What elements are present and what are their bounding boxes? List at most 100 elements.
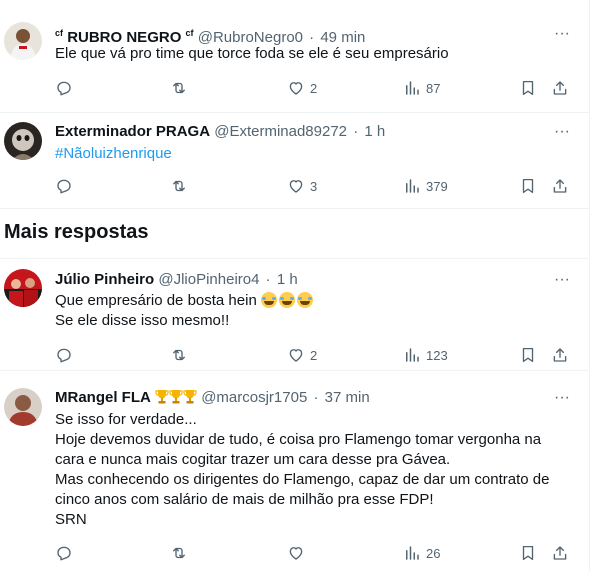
trophy-icon: [155, 390, 169, 404]
retweet-button[interactable]: [170, 344, 193, 366]
tweet-text-line: cinco anos com salário de mais de milhão…: [55, 491, 434, 508]
reply-icon: [57, 348, 71, 363]
timestamp[interactable]: 37 min: [325, 389, 370, 406]
tweet[interactable]: Exterminador PRAGA @Exterminad89272 · 1 …: [0, 113, 590, 209]
heart-icon: [289, 547, 303, 560]
display-name[interactable]: MRangel FLA: [55, 389, 151, 406]
bookmark-icon: [522, 178, 534, 194]
views-count: 26: [426, 545, 441, 561]
avatar[interactable]: [4, 122, 42, 160]
views-count: 379: [426, 178, 448, 194]
retweet-button[interactable]: [170, 175, 193, 197]
user-handle[interactable]: @marcosjr1705: [201, 389, 307, 406]
views-icon: [406, 179, 419, 193]
views-button[interactable]: 379: [403, 175, 448, 197]
retweet-icon: [173, 82, 185, 94]
retweet-icon: [173, 180, 185, 192]
tweet-text-line: Hoje devemos duvidar de tudo, é coisa pr…: [55, 431, 542, 448]
tweet-text: Que empresário de bosta hein Se ele diss…: [55, 291, 570, 331]
like-count: 2: [310, 347, 318, 363]
like-count: 3: [310, 178, 318, 194]
tweet[interactable]: cf RUBRO NEGRO cf @RubroNegro0 · 49 min …: [0, 0, 590, 113]
badge-text: cf: [55, 28, 64, 38]
tweet-text-segment: Que empresário de bosta hein: [55, 292, 257, 309]
tweet-text-line: cara e nunca mais cogitar trazer um cara…: [55, 451, 451, 468]
heart-icon: [289, 82, 303, 95]
reply-feed: cf RUBRO NEGRO cf @RubroNegro0 · 49 min …: [0, 0, 590, 571]
action-bar: 3 379: [55, 175, 580, 197]
tears-of-joy-emoji-icon: [296, 292, 313, 308]
tweet-text-line: Mas conhecendo os dirigentes do Flamengo…: [55, 471, 550, 488]
tweet-text-line: Se isso for verdade...: [55, 411, 197, 428]
hashtag-link[interactable]: #Nãoluizhenrique: [55, 144, 570, 164]
retweet-button[interactable]: [170, 542, 193, 564]
tweet-text-line: Se ele disse isso mesmo!!: [55, 312, 230, 329]
like-button[interactable]: [287, 542, 310, 564]
bookmark-icon: [522, 347, 534, 363]
heart-icon: [289, 180, 303, 193]
reply-icon: [57, 179, 71, 194]
tweet-text: Se isso for verdade... Hoje devemos duvi…: [55, 410, 570, 530]
views-button[interactable]: 87: [403, 77, 440, 99]
section-title: Mais respostas: [4, 221, 149, 243]
avatar[interactable]: [4, 269, 42, 307]
retweet-icon: [173, 349, 185, 361]
tweet[interactable]: MRangel FLA @marcosjr1705 · 37 min ··· S…: [0, 371, 590, 571]
like-count: 2: [310, 80, 318, 96]
reply-button[interactable]: [55, 344, 78, 366]
share-button[interactable]: [551, 77, 569, 99]
timestamp[interactable]: 1 h: [364, 123, 385, 140]
retweet-icon: [173, 547, 185, 559]
share-button[interactable]: [551, 344, 569, 366]
avatar[interactable]: [4, 22, 42, 60]
display-name[interactable]: Exterminador PRAGA: [55, 123, 210, 140]
share-icon: [553, 348, 567, 362]
bookmark-button[interactable]: [519, 542, 537, 564]
action-bar: 26: [55, 542, 580, 564]
views-button[interactable]: 26: [403, 542, 440, 564]
reply-icon: [57, 81, 71, 96]
tweet-header: MRangel FLA @marcosjr1705 · 37 min: [55, 388, 530, 408]
share-button[interactable]: [551, 542, 569, 564]
trophy-icon: [183, 390, 197, 404]
timestamp[interactable]: 1 h: [277, 271, 298, 288]
tears-of-joy-emoji-icon: [278, 292, 295, 308]
views-button[interactable]: 123: [403, 344, 448, 366]
action-bar: 2 87: [55, 77, 580, 99]
share-button[interactable]: [551, 175, 569, 197]
user-handle[interactable]: @Exterminad89272: [214, 123, 347, 140]
views-icon: [406, 348, 419, 362]
tweet-text-line: Ele que vá pro time que torce foda se el…: [55, 45, 449, 62]
tweet-text: #Nãoluizhenrique: [55, 144, 570, 164]
views-count: 87: [426, 80, 441, 96]
views-icon: [406, 546, 419, 560]
display-name[interactable]: Júlio Pinheiro: [55, 271, 154, 288]
reply-icon: [57, 546, 71, 561]
reply-button[interactable]: [55, 542, 78, 564]
reply-button[interactable]: [55, 77, 78, 99]
share-icon: [553, 546, 567, 560]
tweet-header: Júlio Pinheiro @JlioPinheiro4 · 1 h: [55, 270, 530, 290]
reply-button[interactable]: [55, 175, 78, 197]
avatar[interactable]: [4, 388, 42, 426]
like-button[interactable]: 2: [287, 77, 317, 99]
like-button[interactable]: 3: [287, 175, 317, 197]
tweet-header: Exterminador PRAGA @Exterminad89272 · 1 …: [55, 122, 530, 142]
retweet-button[interactable]: [170, 77, 193, 99]
tears-of-joy-emoji-icon: [260, 292, 277, 308]
views-icon: [406, 81, 419, 95]
bookmark-button[interactable]: [519, 77, 537, 99]
separator-dot: ·: [265, 271, 271, 288]
separator-dot: ·: [353, 123, 359, 140]
trophy-icon: [169, 390, 183, 404]
share-icon: [553, 179, 567, 193]
share-icon: [553, 81, 567, 95]
tweet[interactable]: Júlio Pinheiro @JlioPinheiro4 · 1 h ··· …: [0, 258, 590, 371]
bookmark-button[interactable]: [519, 344, 537, 366]
bookmark-icon: [522, 80, 534, 96]
user-handle[interactable]: @JlioPinheiro4: [158, 271, 259, 288]
tweet-text-line: SRN: [55, 511, 87, 528]
bookmark-button[interactable]: [519, 175, 537, 197]
heart-icon: [289, 349, 303, 362]
like-button[interactable]: 2: [287, 344, 317, 366]
